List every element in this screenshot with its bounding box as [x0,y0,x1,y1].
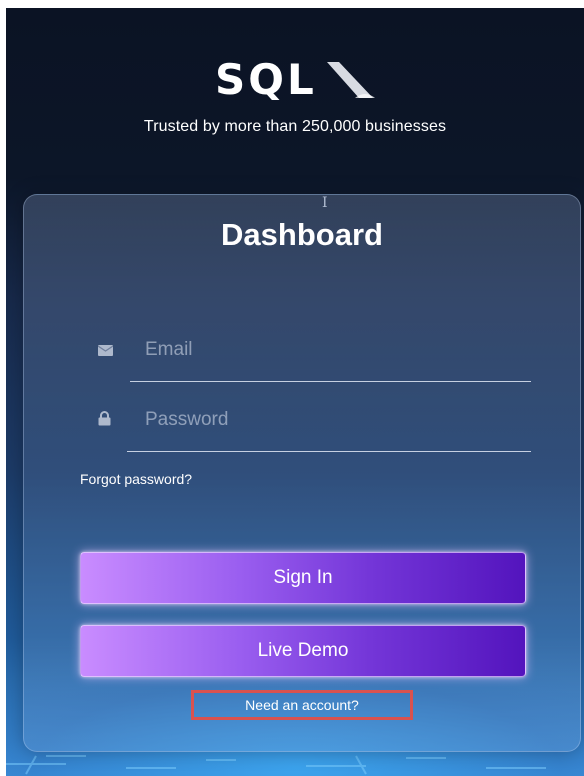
sql-logo: SQL [6,54,584,107]
email-field[interactable]: Email [84,331,534,382]
password-underline [127,451,531,452]
envelope-icon [97,343,114,361]
sql-logo-mark: SQL [215,55,375,102]
login-background: SQL Trusted by more than 250,000 busines… [6,8,584,776]
live-demo-button[interactable]: Live Demo [80,625,526,677]
email-underline [130,381,531,382]
app-window: SQL Trusted by more than 250,000 busines… [0,0,584,776]
logo-letters: SQL [215,55,317,102]
forgot-password-link[interactable]: Forgot password? [80,471,192,487]
login-card: Dashboard Email Password Forgot password… [23,194,581,752]
lock-icon [98,411,111,431]
tagline: Trusted by more than 250,000 businesses [143,118,447,135]
password-field[interactable]: Password [84,401,534,452]
sign-in-button[interactable]: Sign In [80,552,526,604]
password-placeholder: Password [145,409,229,430]
email-placeholder: Email [145,339,193,360]
card-title: Dashboard [221,217,383,252]
need-account-link[interactable]: Need an account? [191,690,413,720]
